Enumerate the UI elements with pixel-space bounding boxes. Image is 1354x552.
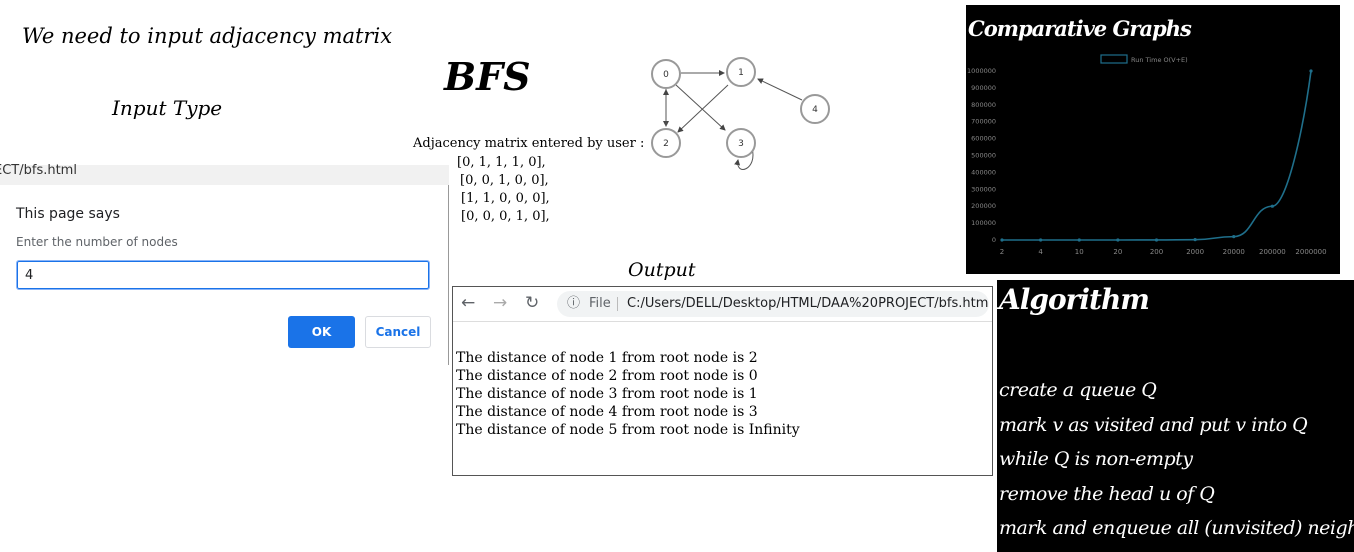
forward-arrow-icon[interactable]: → xyxy=(493,293,507,313)
y-tick-label: 800000 xyxy=(971,101,996,109)
y-tick-label: 1000000 xyxy=(967,67,996,75)
algorithm-step: mark v as visited and put v into Q xyxy=(999,413,1308,436)
address-bar[interactable]: ⓘ File C:/Users/DELL/Desktop/HTML/DAA%20… xyxy=(557,291,989,317)
algorithm-step: remove the head u of Q xyxy=(999,482,1215,505)
browser-toolbar: ← → ↻ ⓘ File C:/Users/DELL/Desktop/HTML/… xyxy=(453,287,992,322)
data-point xyxy=(1039,238,1043,242)
input-type-label: Input Type xyxy=(112,96,223,120)
x-tick-label: 2000 xyxy=(1186,248,1204,256)
output-line: The distance of node 1 from root node is… xyxy=(456,350,758,366)
x-tick-label: 20000 xyxy=(1223,248,1245,256)
data-point xyxy=(1309,69,1313,73)
matrix-row: [1, 1, 0, 0, 0], xyxy=(461,191,550,206)
intro-text: We need to input adjacency matrix xyxy=(22,24,393,48)
nodes-input[interactable] xyxy=(16,260,430,290)
matrix-row: [0, 0, 1, 0, 0], xyxy=(460,173,549,188)
algorithm-step: while Q is non-empty xyxy=(999,448,1193,470)
algorithm-steps: create a queue Q mark v as visited and p… xyxy=(997,370,1354,552)
graph-node-label: 4 xyxy=(812,105,818,115)
x-tick-label: 200000 xyxy=(1259,248,1286,256)
x-tick-label: 4 xyxy=(1038,248,1043,256)
data-point xyxy=(1116,238,1120,242)
address-divider xyxy=(617,297,618,311)
legend-label: Run Time O(V+E) xyxy=(1131,56,1188,64)
y-tick-label: 900000 xyxy=(971,84,996,92)
data-point xyxy=(1077,238,1081,242)
output-line: The distance of node 2 from root node is… xyxy=(456,368,758,384)
matrix-label: Adjacency matrix entered by user : xyxy=(413,136,645,151)
y-tick-label: 500000 xyxy=(971,152,996,160)
algorithm-step: mark and enqueue all (unvisited) neighbo… xyxy=(999,517,1354,539)
data-point xyxy=(1154,238,1159,242)
dialog-message: Enter the number of nodes xyxy=(16,235,178,249)
chart-title: Comparative Graphs xyxy=(968,16,1192,41)
bfs-title: BFS xyxy=(444,54,531,99)
data-point xyxy=(1232,235,1236,239)
graph-node-label: 0 xyxy=(663,70,669,80)
comparative-chart: 0 100000 200000 300000 400000 500000 600000 700… xyxy=(967,54,1327,256)
matrix-row: [0, 0, 0, 1, 0], xyxy=(461,209,550,224)
address-url: C:/Users/DELL/Desktop/HTML/DAA%20PROJECT… xyxy=(627,296,989,311)
legend-swatch xyxy=(1100,54,1128,64)
x-tick-label: 10 xyxy=(1075,248,1084,256)
graph-node-label: 3 xyxy=(738,139,744,149)
output-line: The distance of node 3 from root node is… xyxy=(456,386,758,402)
y-tick-label: 700000 xyxy=(971,118,996,126)
reload-icon[interactable]: ↻ xyxy=(525,293,539,313)
x-tick-label: 20 xyxy=(1113,248,1122,256)
algorithm-step: create a queue Q xyxy=(999,379,1157,401)
data-point xyxy=(1000,238,1004,242)
series-line xyxy=(1002,70,1312,241)
dialog-title: This page says xyxy=(16,206,120,222)
y-tick-label: 200000 xyxy=(971,202,996,210)
cancel-button[interactable]: Cancel xyxy=(365,316,431,348)
y-tick-label: 400000 xyxy=(971,168,996,176)
x-tick-label: 2000000 xyxy=(1295,248,1326,256)
y-tick-label: 0 xyxy=(992,236,996,244)
graph-diagram: 0 1 2 3 4 xyxy=(651,57,830,170)
output-label: Output xyxy=(628,259,696,281)
matrix-row: [0, 1, 1, 1, 0], xyxy=(457,155,546,170)
data-point xyxy=(1193,238,1197,242)
x-tick-label: 2 xyxy=(1000,248,1004,256)
comparative-chart-panel: 0 100000 200000 300000 400000 500000 600000 700… xyxy=(966,5,1340,274)
y-tick-label: 100000 xyxy=(971,219,996,227)
graph-node-label: 1 xyxy=(738,68,744,78)
data-point xyxy=(1270,204,1274,208)
output-line: The distance of node 4 from root node is… xyxy=(456,404,758,420)
output-line: The distance of node 5 from root node is… xyxy=(456,422,800,438)
algorithm-title: Algorithm xyxy=(999,283,1150,316)
ok-button[interactable]: OK xyxy=(288,316,355,348)
graph-node-label: 2 xyxy=(663,139,669,149)
file-label: File xyxy=(589,296,611,311)
matrix-rows: [0, 1, 1, 1, 0], [0, 0, 1, 0, 0], [1, 1,… xyxy=(440,154,580,226)
y-tick-label: 300000 xyxy=(971,185,996,193)
y-tick-label: 600000 xyxy=(971,135,996,143)
dialog-url-text: ECT/bfs.html xyxy=(0,163,77,178)
dialog-url-bar: ECT/bfs.html xyxy=(0,163,449,185)
info-icon[interactable]: ⓘ xyxy=(567,291,580,317)
back-arrow-icon[interactable]: ← xyxy=(461,293,475,313)
output-text: The distance of node 1 from root node is… xyxy=(456,349,800,439)
x-tick-label: 200 xyxy=(1150,248,1163,256)
